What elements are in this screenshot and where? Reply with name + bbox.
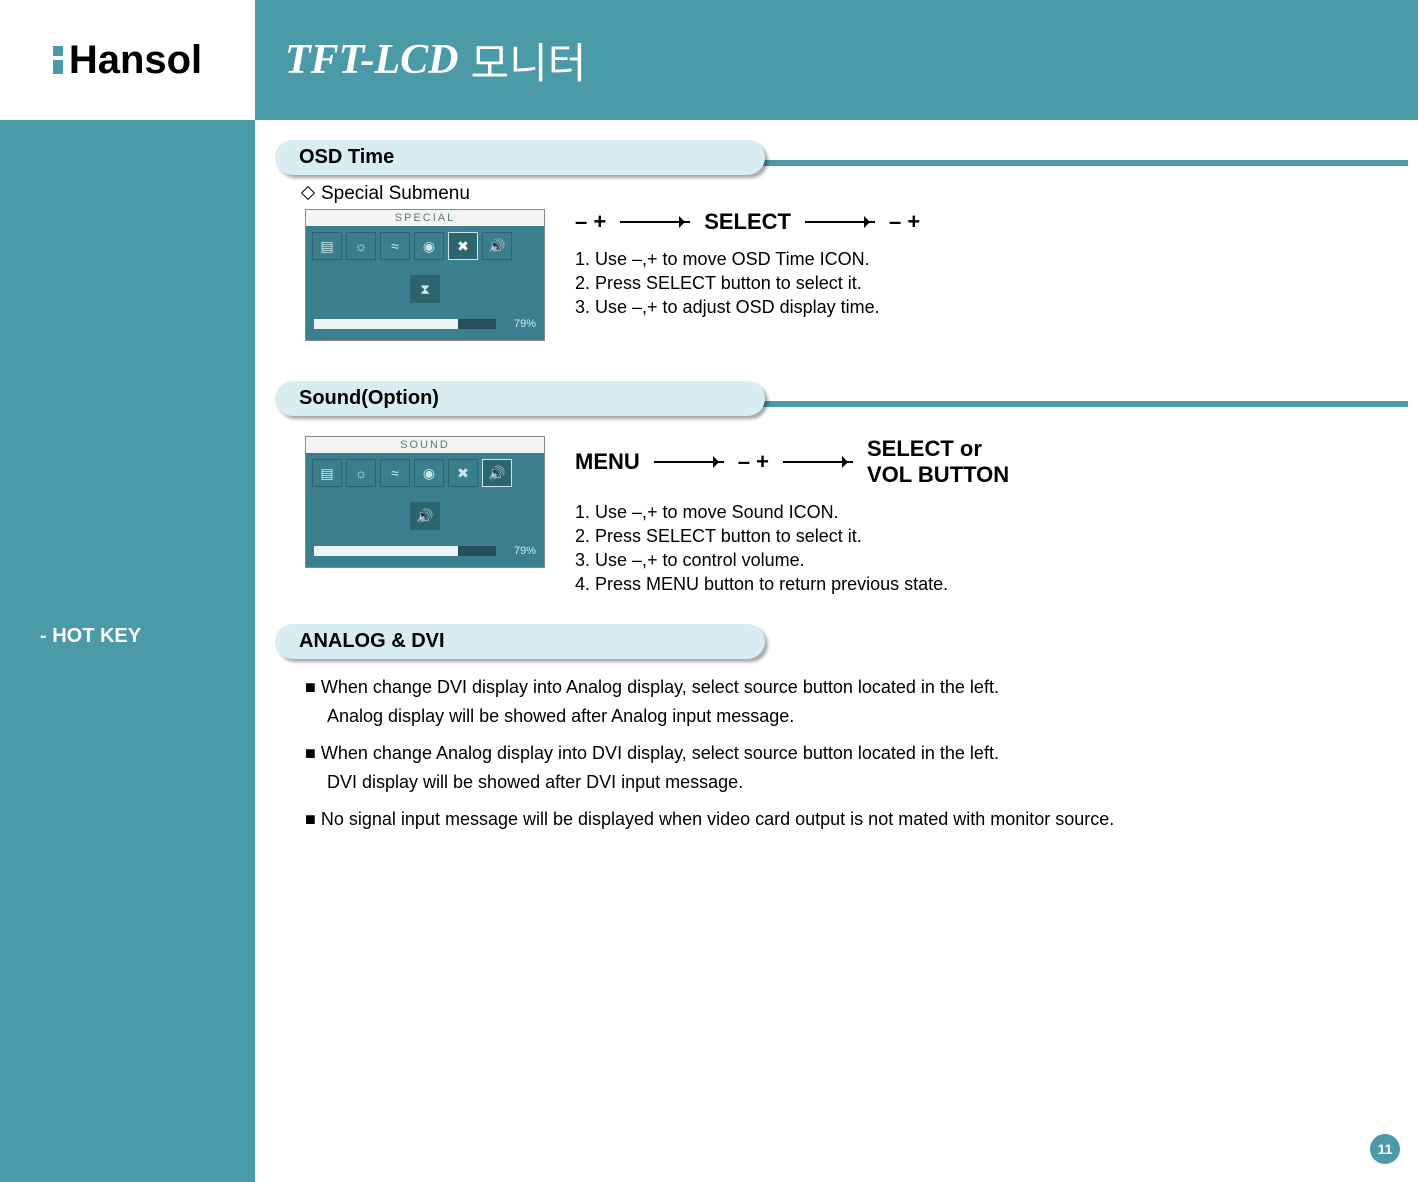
pill-osd-time: OSD Time [275,140,765,175]
header: TFT-LCD 모니터 [255,0,1418,120]
header-subtitle: 모니터 [470,30,586,91]
content: OSD Time Special Submenu SPECIAL ▤ ☼ ≈ ◉… [275,130,1408,1182]
analog-note-2b: DVI display will be showed after DVI inp… [327,772,1408,793]
arrow-icon [654,461,724,463]
flow-select-or-vol: SELECT or VOL BUTTON [867,436,1009,488]
pill-analog-dvi: ANALOG & DVI [275,624,765,659]
flow-minus-plus: – + [889,209,920,235]
flow-minus-plus: – + [575,209,606,235]
sound-step-2: 2. Press SELECT button to select it. [575,526,1408,547]
stripe [755,160,1408,166]
logo-text: Hansol [69,38,202,83]
diamond-icon [301,186,315,200]
osd-progress-value: 79% [502,318,536,330]
arrow-icon [620,221,690,223]
section-head-osd: OSD Time [275,140,1408,175]
osd-tools-icon: ✖ [448,232,478,260]
logo-icon [53,46,63,74]
osd-color-icon: ◉ [414,232,444,260]
stripe [755,401,1408,407]
sound-step-4: 4. Press MENU button to return previous … [575,574,1408,595]
osd-special-panel: SPECIAL ▤ ☼ ≈ ◉ ✖ 🔊 ⧗ 79% [305,209,545,341]
sound-step-3: 3. Use –,+ to control volume. [575,550,1408,571]
sidebar: Hansol - HOT KEY [0,0,255,1182]
osd-sound-panel: SOUND ▤ ☼ ≈ ◉ ✖ 🔊 🔊 79% [305,436,545,568]
osd-subtitle-text: Special Submenu [321,183,470,204]
section-head-sound: Sound(Option) [275,381,1408,416]
osd-brightness-icon: ☼ [346,232,376,260]
arrow-icon [783,461,853,463]
osd-panel-title: SPECIAL [306,210,544,226]
osd-subtitle: Special Submenu [303,183,1408,205]
osd-info-icon: ▤ [312,459,342,487]
analog-note-2a: ■ When change Analog display into DVI di… [305,743,1408,764]
analog-notes: ■ When change DVI display into Analog di… [305,677,1408,830]
analog-note-1a: ■ When change DVI display into Analog di… [305,677,1408,698]
flow-menu: MENU [575,449,640,475]
osd-tools-icon: ✖ [448,459,478,487]
analog-note-1b: Analog display will be showed after Anal… [327,706,1408,727]
osd-step-1: 1. Use –,+ to move OSD Time ICON. [575,249,1408,270]
osd-step-3: 3. Use –,+ to adjust OSD display time. [575,297,1408,318]
arrow-icon [805,221,875,223]
osd-flow: – + SELECT – + [575,209,1408,235]
analog-note-3: ■ No signal input message will be displa… [305,809,1408,830]
osd-waves-icon: ≈ [380,232,410,260]
sound-progress-value: 79% [502,545,536,557]
flow-minus-plus: – + [738,449,769,475]
osd-sound-icon: 🔊 [482,232,512,260]
osd-color-icon: ◉ [414,459,444,487]
osd-step-2: 2. Press SELECT button to select it. [575,273,1408,294]
logo: Hansol [0,0,255,120]
sound-steps: 1. Use –,+ to move Sound ICON. 2. Press … [575,502,1408,595]
osd-steps: 1. Use –,+ to move OSD Time ICON. 2. Pre… [575,249,1408,318]
osd-speaker-icon: 🔊 [410,502,440,530]
osd-info-icon: ▤ [312,232,342,260]
sound-panel-title: SOUND [306,437,544,453]
osd-time-icon: ⧗ [410,275,440,303]
sound-step-1: 1. Use –,+ to move Sound ICON. [575,502,1408,523]
flow-select: SELECT [704,209,791,235]
osd-waves-icon: ≈ [380,459,410,487]
osd-brightness-icon: ☼ [346,459,376,487]
osd-sound-icon: 🔊 [482,459,512,487]
osd-progress-bar [314,319,496,329]
section-head-analog: ANALOG & DVI [275,624,1408,659]
header-title: TFT-LCD [285,36,458,84]
sound-flow: MENU – + SELECT or VOL BUTTON [575,436,1408,488]
pill-sound: Sound(Option) [275,381,765,416]
page-number: 11 [1370,1134,1400,1164]
sidebar-hotkey-label: - HOT KEY [40,625,141,648]
sound-progress-bar [314,546,496,556]
